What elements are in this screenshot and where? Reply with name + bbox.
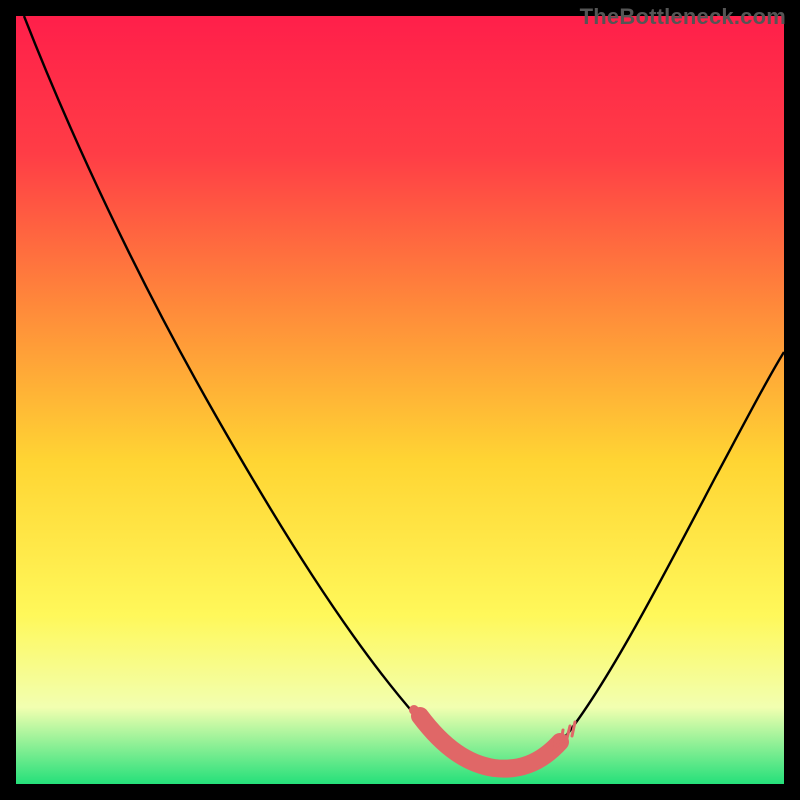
sweet-spot-left-dot	[409, 705, 419, 715]
watermark-text: TheBottleneck.com	[580, 4, 786, 30]
chart-frame: TheBottleneck.com	[0, 0, 800, 800]
plot-area	[16, 16, 784, 784]
gradient-background	[16, 16, 784, 784]
chart-svg	[16, 16, 784, 784]
